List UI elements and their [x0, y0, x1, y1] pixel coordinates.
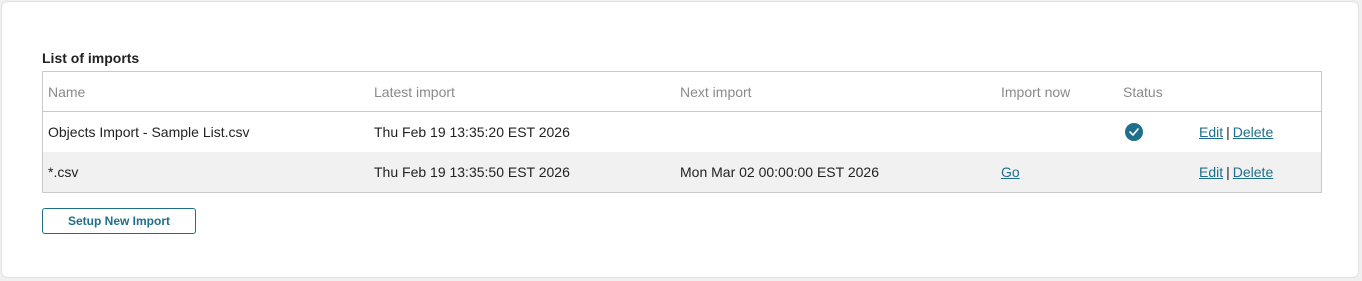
latest-import-time: Thu Feb 19 13:35:20 EST 2026 [374, 124, 570, 140]
row-actions: Edit | Delete [1199, 112, 1273, 152]
imports-panel: List of imports Name Latest import Next … [1, 1, 1359, 278]
edit-link[interactable]: Edit [1199, 124, 1223, 140]
action-separator: | [1226, 164, 1230, 180]
column-header-status: Status [1123, 83, 1163, 100]
latest-import-time: Thu Feb 19 13:35:50 EST 2026 [374, 164, 570, 180]
import-name: Objects Import - Sample List.csv [48, 124, 250, 140]
delete-link[interactable]: Delete [1233, 124, 1273, 140]
action-separator: | [1226, 124, 1230, 140]
column-header-name: Name [48, 83, 86, 100]
column-header-next-import: Next import [680, 83, 752, 100]
setup-new-import-button[interactable]: Setup New Import [42, 208, 196, 234]
column-header-import-now: Import now [1001, 83, 1071, 100]
column-header-latest-import: Latest import [374, 83, 455, 100]
delete-link[interactable]: Delete [1233, 164, 1273, 180]
section-title: List of imports [42, 50, 140, 66]
table-row: Objects Import - Sample List.csv Thu Feb… [43, 112, 1321, 152]
imports-table: Name Latest import Next import Import no… [42, 71, 1322, 193]
table-header-row: Name Latest import Next import Import no… [43, 72, 1321, 112]
status-cell [1123, 112, 1143, 152]
go-link[interactable]: Go [1001, 164, 1020, 180]
table-row: *.csv Thu Feb 19 13:35:50 EST 2026 Mon M… [43, 152, 1321, 192]
import-name: *.csv [48, 164, 79, 180]
import-now-cell: Go [1001, 152, 1020, 192]
check-circle-icon [1125, 123, 1143, 141]
next-import-time: Mon Mar 02 00:00:00 EST 2026 [680, 164, 879, 180]
row-actions: Edit | Delete [1199, 152, 1273, 192]
edit-link[interactable]: Edit [1199, 164, 1223, 180]
